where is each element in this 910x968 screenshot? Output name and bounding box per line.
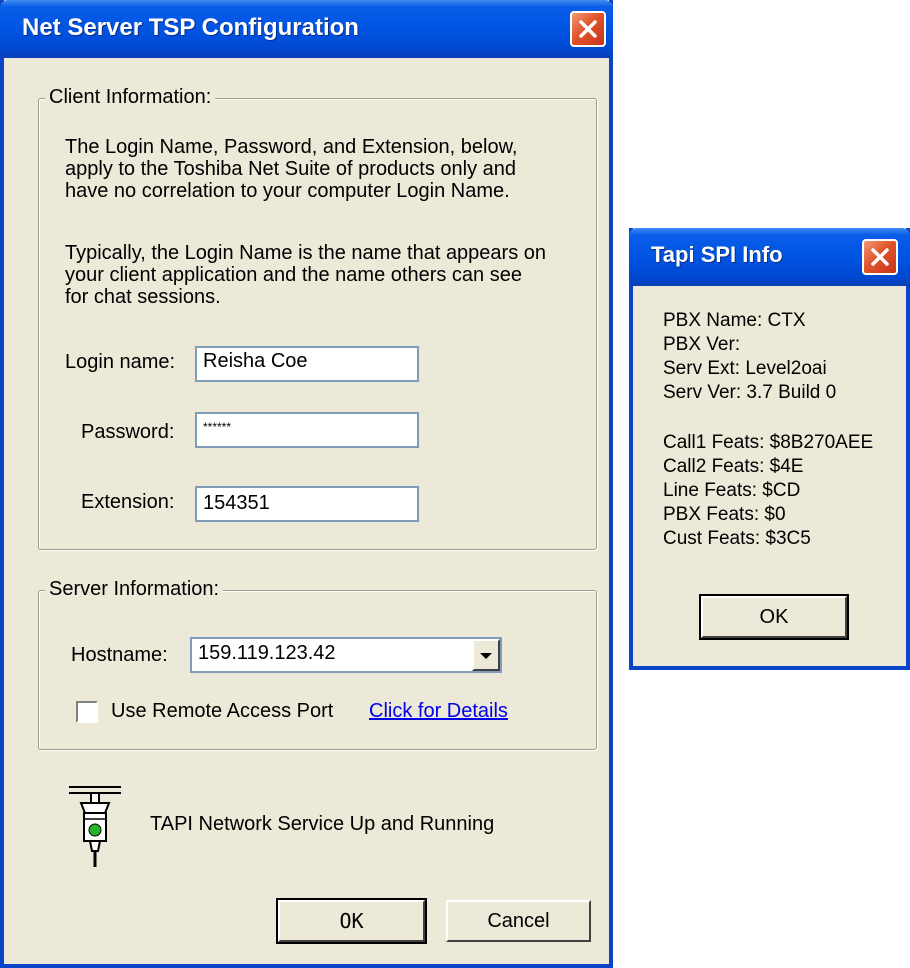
client-information-legend: Client Information: [45, 86, 216, 109]
info-dialog-title: Tapi SPI Info [651, 242, 783, 267]
net-server-tsp-dialog: Net Server TSP Configuration Client Info… [0, 0, 613, 968]
login-name-input[interactable]: Reisha Coe [195, 346, 419, 382]
chevron-down-icon [480, 653, 492, 659]
hostname-dropdown-button[interactable] [472, 639, 500, 671]
serv-ver-line: Serv Ver: 3.7 Build 0 [663, 382, 837, 403]
client-description-1-line-2: apply to the Toshiba Net Suite of produc… [65, 158, 517, 180]
hostname-combobox[interactable]: 159.119.123.42 [190, 637, 502, 673]
call1-feats-line: Call1 Feats: $8B270AEE [663, 432, 874, 453]
extension-input[interactable]: 154351 [195, 486, 419, 522]
password-input[interactable]: ****** [195, 412, 419, 448]
client-description-1: The Login Name, Password, and Extension,… [65, 136, 517, 202]
hostname-value: 159.119.123.42 [198, 642, 336, 664]
hostname-label: Hostname: [71, 644, 168, 666]
close-button[interactable] [570, 11, 606, 47]
network-plug-icon [69, 786, 121, 867]
client-description-2: Typically, the Login Name is the name th… [65, 242, 546, 308]
close-icon [579, 20, 597, 38]
client-description-2-line-3: for chat sessions. [65, 286, 221, 308]
remote-access-checkbox[interactable] [76, 701, 98, 723]
pbx-ver-line: PBX Ver: [663, 334, 741, 355]
server-information-legend: Server Information: [45, 578, 224, 601]
password-label: Password: [81, 421, 175, 443]
dialog-title: Net Server TSP Configuration [22, 14, 359, 41]
client-description-1-line-1: The Login Name, Password, and Extension,… [65, 136, 518, 158]
extension-label: Extension: [81, 491, 175, 513]
cust-feats-line: Cust Feats: $3C5 [663, 528, 811, 549]
client-description-1-line-3: have no correlation to your computer Log… [65, 180, 510, 202]
pbx-feats-line: PBX Feats: $0 [663, 504, 786, 525]
click-for-details-link[interactable]: Click for Details [369, 700, 508, 723]
ok-button[interactable]: OK [276, 898, 427, 944]
title-bar[interactable]: Net Server TSP Configuration [0, 0, 613, 58]
login-name-label: Login name: [65, 351, 176, 373]
info-title-bar[interactable]: Tapi SPI Info [629, 228, 910, 286]
line-feats-line: Line Feats: $CD [663, 480, 801, 501]
service-status-text: TAPI Network Service Up and Running [150, 813, 495, 835]
remote-access-label[interactable]: Use Remote Access Port [111, 700, 333, 723]
call2-feats-line: Call2 Feats: $4E [663, 456, 804, 477]
close-icon [871, 248, 889, 266]
info-close-button[interactable] [862, 239, 898, 275]
pbx-name-line: PBX Name: CTX [663, 310, 806, 331]
info-ok-button[interactable]: OK [699, 594, 849, 640]
client-description-2-line-1: Typically, the Login Name is the name th… [65, 242, 547, 264]
tapi-spi-info-dialog: Tapi SPI Info PBX Name: CTX PBX Ver: Ser… [629, 228, 910, 670]
client-description-2-line-2: your client application and the name oth… [65, 264, 522, 286]
cancel-button[interactable]: Cancel [446, 900, 591, 942]
serv-ext-line: Serv Ext: Level2oai [663, 358, 827, 379]
